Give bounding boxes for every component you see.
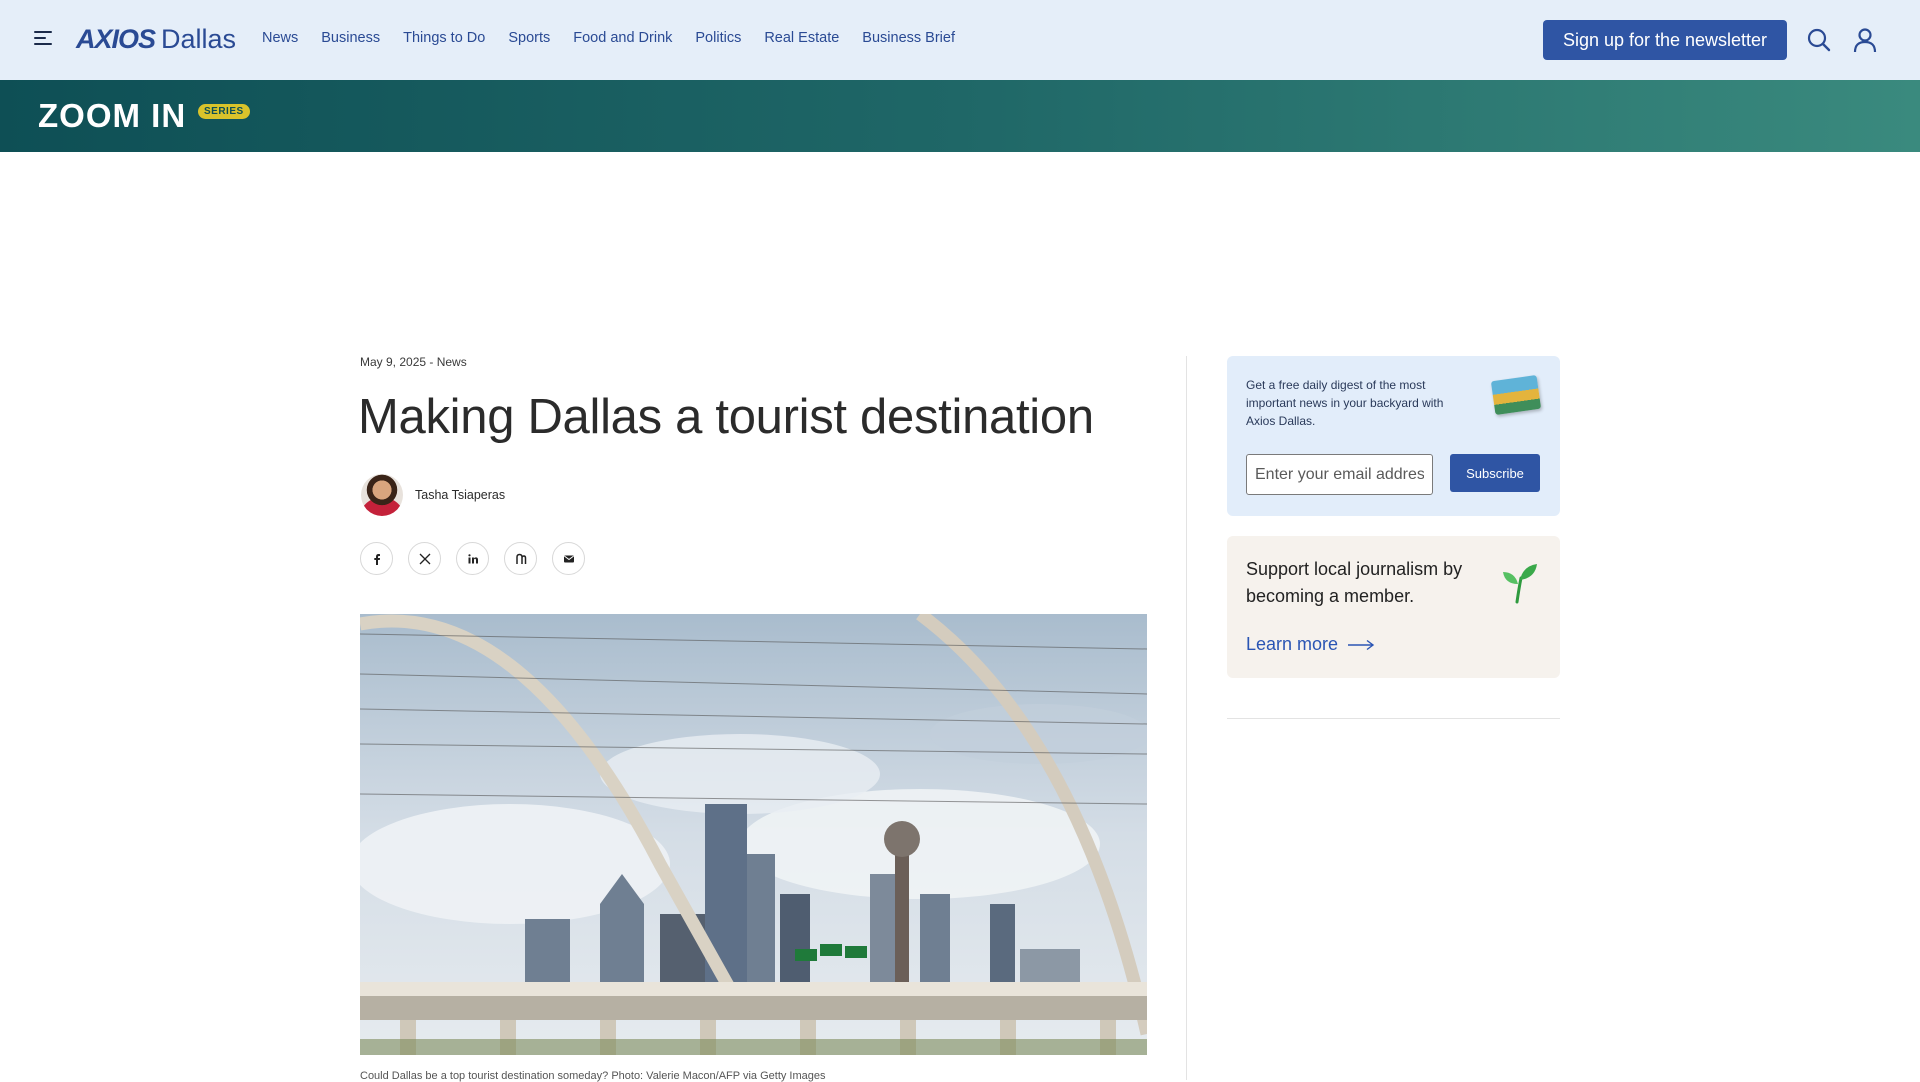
email-field[interactable] xyxy=(1246,454,1433,495)
postcard-illustration xyxy=(1490,374,1542,416)
nav-item-things-to-do[interactable]: Things to Do xyxy=(403,30,485,46)
share-bar xyxy=(360,542,585,575)
article-meta: May 9, 2025 - News xyxy=(360,355,467,369)
membership-card: Support local journalism by becoming a m… xyxy=(1227,536,1560,678)
series-banner[interactable]: ZOOM IN SERIES xyxy=(0,80,1920,152)
threads-icon[interactable] xyxy=(504,542,537,575)
subscribe-button[interactable]: Subscribe xyxy=(1450,454,1540,492)
sidebar-divider xyxy=(1227,718,1560,719)
x-icon[interactable] xyxy=(408,542,441,575)
column-divider xyxy=(1186,356,1187,1080)
author-name[interactable]: Tasha Tsiaperas xyxy=(415,488,505,502)
series-badge: SERIES xyxy=(198,104,250,119)
logo-city: Dallas xyxy=(161,24,237,54)
arrow-right-icon xyxy=(1348,639,1375,650)
nav-item-business[interactable]: Business xyxy=(321,30,380,46)
site-logo[interactable]: AXIOS Dallas xyxy=(76,24,236,55)
main-nav: News Business Things to Do Sports Food a… xyxy=(262,30,978,46)
linkedin-icon[interactable] xyxy=(456,542,489,575)
nav-item-business-brief[interactable]: Business Brief xyxy=(862,30,955,46)
image-caption: Could Dallas be a top tourist destinatio… xyxy=(360,1070,826,1082)
facebook-icon[interactable] xyxy=(360,542,393,575)
nav-item-real-estate[interactable]: Real Estate xyxy=(764,30,839,46)
nav-item-sports[interactable]: Sports xyxy=(508,30,550,46)
nav-item-food-and-drink[interactable]: Food and Drink xyxy=(573,30,672,46)
learn-more-label: Learn more xyxy=(1246,634,1339,654)
email-icon[interactable] xyxy=(552,542,585,575)
logo-brand: AXIOS xyxy=(76,24,156,54)
nav-item-politics[interactable]: Politics xyxy=(695,30,741,46)
hero-image xyxy=(360,614,1147,1055)
series-title: ZOOM IN xyxy=(38,97,187,134)
search-icon[interactable] xyxy=(1805,26,1833,54)
newsletter-card: Get a free daily digest of the most impo… xyxy=(1227,356,1560,516)
site-header: AXIOS Dallas News Business Things to Do … xyxy=(0,0,1920,80)
user-icon[interactable] xyxy=(1851,26,1879,54)
menu-icon[interactable] xyxy=(34,31,54,47)
signup-description: Get a free daily digest of the most impo… xyxy=(1246,378,1444,428)
article-headline: Making Dallas a tourist destination xyxy=(358,390,1094,444)
learn-more-link[interactable]: Learn more xyxy=(1246,634,1376,655)
author-avatar[interactable] xyxy=(361,474,403,516)
membership-text: Support local journalism by becoming a m… xyxy=(1246,559,1463,606)
newsletter-signup-button[interactable]: Sign up for the newsletter xyxy=(1543,20,1787,60)
sprout-icon xyxy=(1497,560,1541,604)
nav-item-news[interactable]: News xyxy=(262,30,298,46)
